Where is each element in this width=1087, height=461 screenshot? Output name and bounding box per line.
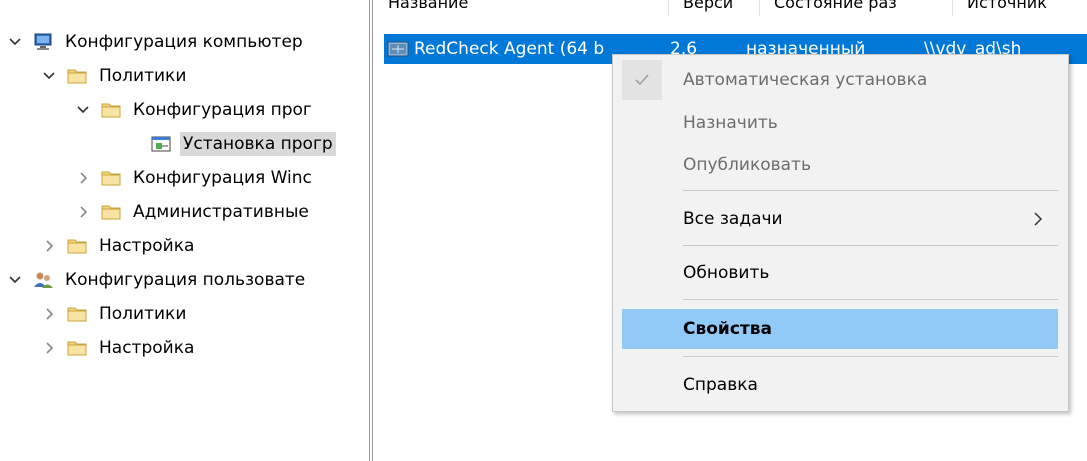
- menu-item-refresh[interactable]: Обновить: [622, 253, 1058, 293]
- menu-item-all-tasks[interactable]: Все задачи: [622, 199, 1058, 239]
- menu-item-label: Все задачи: [683, 209, 783, 229]
- tree-item-label: Настройка: [99, 338, 195, 358]
- tree-item-user-preferences[interactable]: Настройка: [42, 331, 197, 365]
- chevron-down-icon[interactable]: [8, 273, 22, 287]
- package-icon: [386, 39, 410, 59]
- menu-item-label: Обновить: [683, 263, 770, 283]
- console-tree: Конфигурация компьютер Политики Конфигур…: [0, 0, 368, 461]
- tree-item-label: Конфигурация прог: [133, 100, 312, 120]
- menu-item-label: Справка: [683, 375, 758, 395]
- menu-item-assign[interactable]: Назначить: [622, 103, 1058, 143]
- checkmark-icon: [622, 60, 662, 100]
- chevron-right-icon[interactable]: [42, 239, 56, 253]
- column-header-version[interactable]: Верси: [669, 0, 760, 16]
- tree-item-label: Настройка: [99, 236, 195, 256]
- menu-separator: [683, 245, 1058, 246]
- tree-item-label: Политики: [99, 304, 187, 324]
- tree-item-cut: [0, 0, 24, 14]
- menu-item-label: Опубликовать: [683, 155, 811, 175]
- folder-icon: [100, 202, 122, 222]
- tree-item-label: Конфигурация Winc: [133, 168, 312, 188]
- folder-icon: [66, 338, 88, 358]
- column-header-name[interactable]: Название: [374, 0, 669, 16]
- folder-icon: [66, 66, 88, 86]
- tree-item-label: Административные: [133, 202, 309, 222]
- column-header-source[interactable]: Источник: [953, 0, 1087, 16]
- chevron-right-icon[interactable]: [42, 307, 56, 321]
- chevron-right-icon[interactable]: [42, 341, 56, 355]
- chevron-down-icon[interactable]: [76, 103, 90, 117]
- tree-item-computer-config[interactable]: Конфигурация компьютер: [8, 25, 306, 59]
- tree-item-preferences[interactable]: Настройка: [42, 229, 197, 263]
- menu-item-publish[interactable]: Опубликовать: [622, 145, 1058, 185]
- tree-cut-icon: [0, 0, 14, 4]
- tree-item-user-policies[interactable]: Политики: [42, 297, 189, 331]
- context-menu: Автоматическая установка Назначить Опубл…: [612, 54, 1069, 412]
- computer-icon: [32, 32, 54, 52]
- tree-item-windows-config[interactable]: Конфигурация Winc: [76, 161, 315, 195]
- menu-separator: [683, 190, 1058, 191]
- tree-item-software-config[interactable]: Конфигурация прог: [76, 93, 315, 127]
- submenu-arrow-icon: [1032, 211, 1044, 227]
- users-icon: [32, 270, 54, 290]
- tree-item-policies[interactable]: Политики: [42, 59, 189, 93]
- chevron-down-icon[interactable]: [8, 35, 22, 49]
- tree-item-label: Политики: [99, 66, 187, 86]
- tree-item-admin-templates[interactable]: Административные: [76, 195, 312, 229]
- tree-item-user-config[interactable]: Конфигурация пользовате: [8, 263, 308, 297]
- folder-icon: [66, 236, 88, 256]
- software-install-icon: [150, 134, 172, 154]
- menu-item-help[interactable]: Справка: [622, 365, 1058, 405]
- menu-separator: [683, 299, 1058, 300]
- tree-item-software-install[interactable]: Установка прогр: [150, 127, 336, 161]
- folder-icon: [100, 100, 122, 120]
- chevron-right-icon[interactable]: [76, 205, 90, 219]
- menu-item-auto-install[interactable]: Автоматическая установка: [622, 60, 1058, 100]
- menu-item-label: Свойства: [683, 319, 772, 339]
- tree-item-label: Установка прогр: [180, 132, 336, 156]
- menu-item-label: Автоматическая установка: [683, 70, 928, 90]
- menu-item-properties[interactable]: Свойства: [622, 309, 1058, 349]
- tree-item-label: Конфигурация компьютер: [65, 32, 303, 52]
- column-headers: Название Верси Состояние раз Источник: [374, 0, 1087, 16]
- chevron-down-icon[interactable]: [42, 69, 56, 83]
- tree-item-label: Конфигурация пользовате: [65, 270, 306, 290]
- folder-icon: [100, 168, 122, 188]
- chevron-right-icon[interactable]: [76, 171, 90, 185]
- column-header-state[interactable]: Состояние раз: [760, 0, 953, 16]
- folder-icon: [66, 304, 88, 324]
- menu-separator: [683, 356, 1058, 357]
- menu-item-label: Назначить: [683, 113, 778, 133]
